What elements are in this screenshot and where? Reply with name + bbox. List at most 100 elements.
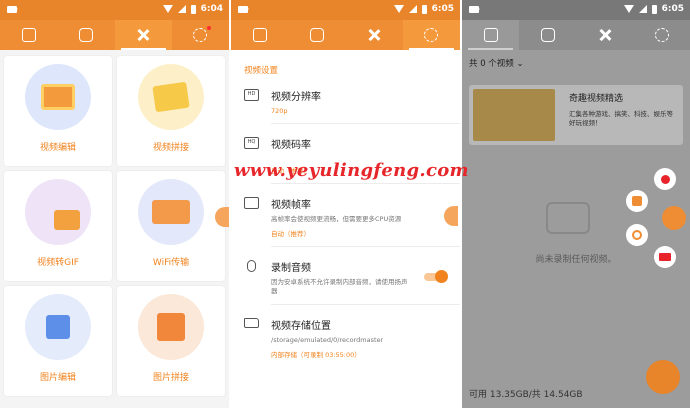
- setting-title: 视频码率: [271, 140, 311, 151]
- camera-icon: [309, 28, 324, 42]
- status-bar: 6:04: [0, 0, 229, 20]
- tab-videos[interactable]: [231, 20, 288, 50]
- floating-record-handle[interactable]: [444, 206, 458, 226]
- live-button[interactable]: [654, 246, 676, 268]
- screen-record-icon: [238, 6, 249, 13]
- grid-icon: [632, 196, 642, 206]
- tool-card-video-gif[interactable]: 视频转GIF: [4, 171, 112, 281]
- tool-card-video-edit[interactable]: 视频编辑: [4, 56, 112, 166]
- tab-bar: [231, 20, 460, 50]
- clock: 6:05: [661, 4, 684, 14]
- video-icon: [21, 28, 36, 42]
- tab-bar: [0, 20, 229, 50]
- chevron-down-icon: ⌄: [516, 59, 524, 69]
- status-bar: 6:05: [231, 0, 460, 20]
- video-count-dropdown[interactable]: 共 0 个视频 ⌄: [462, 50, 690, 69]
- storage-info: 可用 13.35GB/共 14.54GB: [469, 390, 583, 400]
- setting-title: 视频分辨率: [271, 92, 321, 103]
- brush-icon: [632, 230, 642, 240]
- video-icon: [252, 28, 267, 42]
- record-icon: [660, 174, 670, 184]
- clock: 6:05: [431, 4, 454, 14]
- setting-desc: 因为安卓系统不允许录制内部音频，请使用扬声器: [271, 278, 408, 295]
- setting-desc: /storage/emulated/0/recordmaster: [271, 336, 384, 344]
- battery-icon: [421, 4, 427, 14]
- tab-tools[interactable]: [346, 20, 403, 50]
- tool-card-video-merge[interactable]: 视频拼接: [117, 56, 225, 166]
- screenshot-button[interactable]: [626, 224, 648, 246]
- gear-icon: [654, 28, 669, 42]
- microphone-icon: [247, 260, 256, 272]
- setting-value: 自动（推荐）: [271, 230, 310, 238]
- setting-storage[interactable]: 视频存储位置 /storage/emulated/0/recordmaster …: [231, 317, 460, 359]
- video-count: 共 0 个视频: [469, 59, 514, 69]
- tools-grid: 视频编辑 视频拼接 视频转GIF WiFi传输 图片编辑 图片拼接: [0, 52, 229, 400]
- setting-audio[interactable]: 录制音频 因为安卓系统不允许录制内部音频，请使用扬声器: [231, 259, 460, 296]
- tab-bar: [462, 20, 690, 50]
- tab-camera[interactable]: [519, 20, 576, 50]
- tab-videos[interactable]: [0, 20, 57, 50]
- gear-icon: [193, 28, 208, 42]
- setting-title: 视频帧率: [271, 200, 311, 211]
- setting-framerate[interactable]: 视频帧率 高帧率会使视频更流畅，但需要更多CPU资源 自动（推荐）: [231, 196, 460, 238]
- gear-icon: [424, 28, 439, 42]
- tool-label: 视频拼接: [152, 143, 189, 153]
- promo-card[interactable]: 奇趣视频精选 汇集各种游戏、搞笑、科技、娱乐等好玩视频！: [469, 85, 683, 145]
- video-to-gif-icon: [54, 210, 80, 230]
- wifi-transfer-icon: [152, 200, 190, 224]
- audio-toggle[interactable]: [424, 270, 448, 283]
- tab-videos[interactable]: [462, 20, 519, 50]
- wifi-icon: [393, 5, 404, 13]
- status-bar: 6:05: [462, 0, 690, 20]
- battery-icon: [651, 4, 657, 14]
- tab-tools[interactable]: [114, 20, 172, 50]
- tool-label: 视频编辑: [39, 143, 76, 153]
- wifi-icon: [162, 5, 173, 13]
- tab-settings[interactable]: [402, 20, 460, 50]
- camera-icon: [78, 28, 93, 42]
- image-edit-icon: [46, 315, 70, 339]
- battery-icon: [190, 4, 196, 14]
- floating-main-button[interactable]: [662, 206, 686, 230]
- video-edit-icon: [41, 84, 75, 110]
- tool-label: 视频转GIF: [37, 258, 79, 268]
- tab-settings[interactable]: [633, 20, 690, 50]
- camera-icon: [540, 28, 555, 42]
- tool-card-wifi[interactable]: WiFi传输: [117, 171, 225, 281]
- promo-thumbnail: [473, 89, 555, 141]
- setting-title: 视频存储位置: [271, 321, 331, 332]
- tool-label: 图片拼接: [152, 373, 189, 383]
- tab-camera[interactable]: [288, 20, 345, 50]
- video-icon: [483, 28, 498, 42]
- setting-value: 内部存储（可录制 03:55:00）: [271, 351, 361, 359]
- video-merge-icon: [152, 81, 190, 113]
- tab-tools[interactable]: [576, 20, 633, 50]
- tools-icon: [136, 28, 150, 42]
- setting-value: 720p: [271, 107, 288, 115]
- floating-record-handle[interactable]: [215, 207, 229, 227]
- signal-icon: [638, 5, 647, 13]
- start-record-fab[interactable]: [646, 360, 680, 394]
- tools-menu-button[interactable]: [626, 190, 648, 212]
- folder-icon: [244, 318, 259, 328]
- image-merge-icon: [157, 313, 185, 341]
- setting-resolution[interactable]: HD 视频分辨率 720p: [231, 88, 460, 115]
- tools-icon: [598, 28, 612, 42]
- hq-icon: HQ: [244, 137, 259, 149]
- settings-screen: 6:05 视频设置 HD 视频分辨率 720p HQ 视频码率 自动（推荐） 视…: [231, 0, 460, 408]
- signal-icon: [177, 5, 186, 13]
- signal-icon: [408, 5, 417, 13]
- tool-card-image-merge[interactable]: 图片拼接: [117, 286, 225, 396]
- framerate-icon: [244, 197, 259, 209]
- tool-card-image-edit[interactable]: 图片编辑: [4, 286, 112, 396]
- screen-record-icon: [7, 6, 18, 13]
- promo-title: 奇趣视频精选: [569, 94, 624, 104]
- record-button[interactable]: [654, 168, 676, 190]
- tools-icon: [367, 28, 381, 42]
- clock: 6:04: [200, 4, 223, 14]
- section-title: 视频设置: [244, 66, 279, 76]
- tab-settings[interactable]: [172, 20, 229, 50]
- notification-dot: [207, 26, 211, 30]
- tab-camera[interactable]: [57, 20, 114, 50]
- screen-record-icon: [469, 6, 480, 13]
